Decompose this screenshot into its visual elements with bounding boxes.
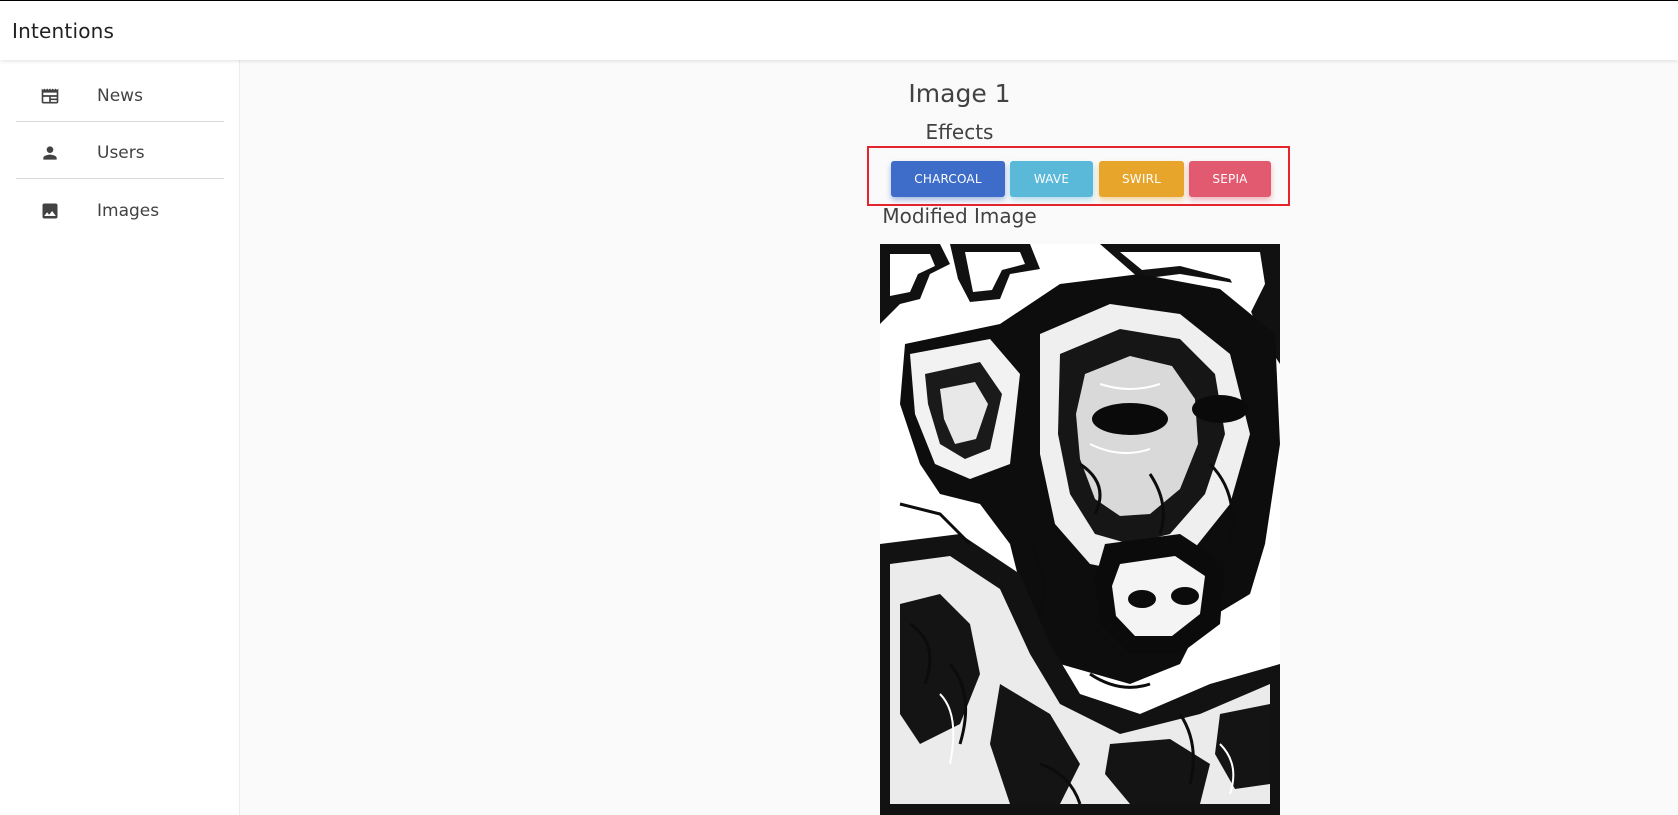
modified-image-heading: Modified Image [882, 204, 1037, 228]
main-content: Image 1 Effects CHARCOAL WAVE SWIRL SEPI… [241, 60, 1678, 815]
sidebar-item-news[interactable]: News [16, 67, 224, 125]
image-icon [40, 201, 60, 221]
sidebar-item-label: News [97, 86, 143, 106]
person-icon [40, 143, 60, 163]
sidebar-divider [16, 121, 224, 122]
modified-image [880, 244, 1280, 815]
sidebar-item-users[interactable]: Users [16, 124, 224, 182]
app-bar: Intentions [0, 0, 1678, 60]
sidebar-item-label: Images [97, 201, 160, 221]
newspaper-icon [40, 86, 60, 106]
sepia-button[interactable]: SEPIA [1189, 161, 1271, 197]
image-title: Image 1 [908, 79, 1011, 108]
sidebar-divider [16, 178, 224, 179]
sidebar: News Users Images [0, 60, 240, 815]
app-title: Intentions [12, 19, 115, 43]
effects-button-group: CHARCOAL WAVE SWIRL SEPIA [867, 146, 1290, 206]
charcoal-cow-image [880, 244, 1280, 815]
sidebar-item-label: Users [97, 143, 145, 163]
effects-heading: Effects [925, 120, 994, 144]
charcoal-button[interactable]: CHARCOAL [891, 161, 1005, 197]
swirl-button[interactable]: SWIRL [1099, 161, 1184, 197]
sidebar-item-images[interactable]: Images [16, 182, 224, 240]
wave-button[interactable]: WAVE [1010, 161, 1093, 197]
